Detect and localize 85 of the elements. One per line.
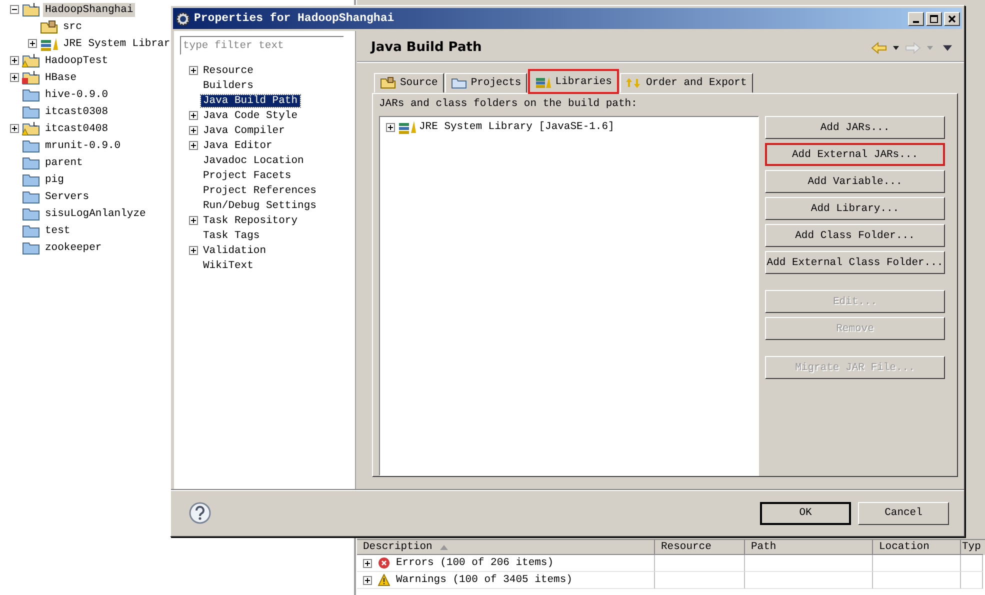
tree-item[interactable]: itcast0308 bbox=[43, 104, 110, 118]
problem-group[interactable]: Warnings (100 of 3405 items) bbox=[396, 574, 572, 586]
maximize-icon bbox=[929, 14, 939, 24]
nav-item[interactable]: Java Editor bbox=[201, 140, 274, 152]
books-icon bbox=[535, 76, 552, 88]
tree-item[interactable]: test bbox=[43, 224, 72, 238]
dialog-button[interactable]: OK bbox=[760, 502, 851, 524]
expander-icon[interactable] bbox=[386, 122, 395, 132]
tree-item[interactable]: HadoopShanghai bbox=[43, 2, 136, 16]
nav-item[interactable]: Task Repository bbox=[201, 214, 300, 226]
expander-icon[interactable] bbox=[189, 111, 198, 120]
table-cell bbox=[961, 555, 983, 572]
nav-item[interactable]: Java Build Path bbox=[201, 94, 300, 106]
tab[interactable]: Source bbox=[374, 73, 444, 93]
tree-item[interactable]: pig bbox=[43, 172, 66, 186]
tree-item[interactable]: zookeeper bbox=[43, 240, 104, 254]
filter-field[interactable]: type filter text bbox=[180, 36, 344, 55]
table-cell bbox=[961, 572, 983, 589]
expander-icon[interactable] bbox=[189, 141, 198, 150]
column-header[interactable]: Resource bbox=[655, 540, 745, 555]
column-header[interactable]: Location bbox=[873, 540, 961, 555]
package-folder-icon bbox=[380, 77, 396, 89]
nav-item[interactable]: Validation bbox=[201, 244, 268, 256]
help-icon[interactable] bbox=[189, 502, 211, 524]
window-title: Properties for HadoopShanghai bbox=[194, 12, 396, 25]
nav-item[interactable]: Resource bbox=[201, 64, 256, 76]
expander-icon[interactable] bbox=[28, 39, 37, 48]
nav-item[interactable]: Project Facets bbox=[201, 170, 294, 182]
expander-icon[interactable] bbox=[363, 576, 372, 584]
nav-item[interactable]: Javadoc Location bbox=[201, 154, 306, 166]
expander-icon[interactable] bbox=[10, 124, 19, 133]
list-label: JARs and class folders on the build path: bbox=[379, 98, 638, 112]
action-button[interactable]: Add Variable... bbox=[765, 170, 945, 193]
tree-item[interactable]: JRE System Librar bbox=[61, 36, 172, 50]
library-entry[interactable]: JRE System Library [JavaSE-1.6] bbox=[419, 121, 614, 133]
expander-icon[interactable] bbox=[189, 66, 198, 75]
expander-icon[interactable] bbox=[10, 73, 19, 82]
nav-item[interactable]: Java Compiler bbox=[201, 124, 287, 136]
action-button[interactable]: Add External JARs... bbox=[765, 143, 945, 166]
problem-group[interactable]: Errors (100 of 206 items) bbox=[396, 557, 554, 569]
nav-item[interactable]: Run/Debug Settings bbox=[201, 200, 318, 212]
expander-icon[interactable] bbox=[189, 216, 198, 225]
sort-arrow-icon bbox=[440, 544, 448, 550]
nav-item[interactable]: Builders bbox=[201, 80, 256, 92]
tab[interactable]: Libraries bbox=[528, 69, 619, 94]
minimize-icon bbox=[913, 20, 919, 22]
tree-item[interactable]: sisuLogAnlanlyze bbox=[43, 206, 148, 220]
tab[interactable]: Projects bbox=[444, 73, 528, 93]
nav-item[interactable]: WikiText bbox=[201, 260, 256, 272]
tree-item[interactable]: hive-0.9.0 bbox=[43, 88, 110, 102]
nav-item[interactable]: Java Code Style bbox=[201, 110, 300, 122]
books-icon bbox=[398, 120, 416, 134]
action-button[interactable]: Add External Class Folder... bbox=[765, 251, 945, 274]
folder-icon bbox=[450, 77, 467, 89]
nav-item[interactable]: Task Tags bbox=[201, 230, 262, 242]
tree-item[interactable]: src bbox=[61, 20, 84, 34]
tab[interactable]: Order and Export bbox=[620, 73, 753, 93]
action-button[interactable]: Add Class Folder... bbox=[765, 224, 945, 247]
tree-item[interactable]: parent bbox=[43, 156, 85, 170]
expander-icon[interactable] bbox=[10, 5, 19, 14]
expander-icon[interactable] bbox=[189, 246, 198, 255]
tree-item[interactable]: HBase bbox=[43, 70, 79, 84]
view-menu-icon[interactable] bbox=[943, 44, 952, 50]
expander-icon[interactable] bbox=[363, 558, 372, 568]
minimize-button[interactable] bbox=[908, 12, 924, 26]
tree-item[interactable]: itcast0408 bbox=[43, 122, 110, 136]
tree-item[interactable]: mrunit-0.9.0 bbox=[43, 138, 123, 152]
dialog-button[interactable]: Cancel bbox=[858, 502, 949, 524]
gear-icon bbox=[176, 12, 190, 26]
column-header[interactable]: Description bbox=[357, 540, 655, 555]
expander-icon[interactable] bbox=[10, 56, 19, 65]
nav-item[interactable]: Project References bbox=[201, 184, 318, 196]
column-header[interactable]: Path bbox=[745, 540, 873, 555]
action-button[interactable]: Add JARs... bbox=[765, 116, 945, 139]
close-icon bbox=[947, 14, 957, 24]
action-button[interactable]: Add Library... bbox=[765, 197, 945, 220]
up-down-arrows-icon bbox=[626, 77, 642, 89]
expander-icon[interactable] bbox=[189, 126, 198, 135]
tree-item[interactable]: Servers bbox=[43, 190, 92, 204]
maximize-button[interactable] bbox=[926, 12, 942, 26]
column-header[interactable]: Typ bbox=[961, 540, 983, 555]
tree-item[interactable]: HadoopTest bbox=[43, 54, 110, 68]
dropdown-icon[interactable] bbox=[893, 46, 899, 50]
close-button[interactable] bbox=[944, 12, 960, 26]
page-title: Java Build Path bbox=[371, 40, 482, 55]
